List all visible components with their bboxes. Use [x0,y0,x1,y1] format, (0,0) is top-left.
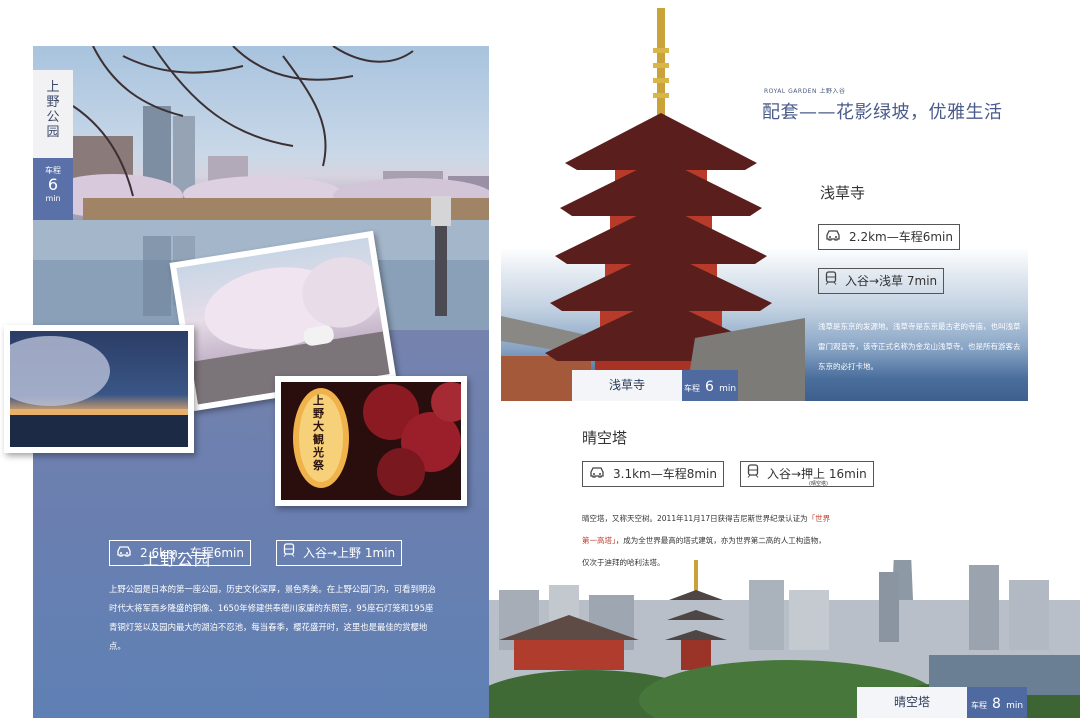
car-icon [589,463,605,487]
lantern-festival-photo: 上野大観光祭 [275,376,467,506]
car-icon [825,226,841,250]
skytree-time-unit: min [1006,701,1024,711]
skytree-title: 晴空塔 [582,429,628,447]
skytree-train-note: (晴空塔) [809,481,828,487]
skytree-train-info: 入谷→押上 16min [767,467,867,481]
ueno-description: 上野公园是日本的第一座公园，历史文化深厚，景色秀美。在上野公园门内，可看到明治时… [109,584,436,651]
ueno-car-info: 2.6km—车程6min [140,546,244,560]
skytree-time-number: 8 [992,696,1001,712]
asakusa-description: 浅草是东京的发源地。浅草寺是东京最古老的寺庙，也叫浅草雷门观音寺，该寺正式名称为… [818,322,1021,371]
asakusa-car-info: 2.2km—车程6min [849,230,953,244]
ueno-car-info-box: 2.6km—车程6min [109,540,251,566]
ueno-time-number: 6 [47,175,59,194]
asakusa-time-prefix: 车程 [683,384,700,393]
skytree-car-info-box: 3.1km—车程8min [582,461,724,487]
asakusa-train-info: 入谷→浅草 7min [845,274,938,288]
brand-tag: ROYAL GARDEN 上野入谷 [764,88,846,95]
night-blossom-photo [4,325,194,453]
ueno-train-info: 入谷→上野 1min [303,546,396,560]
ueno-tab-char: 野 [46,95,60,110]
skytree-time-tab: 车程 8 min [967,687,1027,718]
train-icon [283,542,295,566]
five-story-pagoda [545,8,805,401]
car-icon [116,542,132,566]
skytree-train-info-box: 入谷→押上 16min [740,461,874,487]
asakusa-title: 浅草寺 [820,184,866,202]
skytree-desc-before: 晴空塔，又称天空树。2011年11月17日获得吉尼斯世界纪录认证为 [582,514,808,523]
asakusa-name-tab: 浅草寺 [572,370,682,401]
train-icon [747,463,759,487]
asakusa-car-info-box: 2.2km—车程6min [818,224,960,250]
skytree-car-info: 3.1km—车程8min [613,467,717,481]
ueno-tab-char: 公 [46,110,60,125]
night-lake-scene [10,336,188,447]
asakusa-time-number: 6 [705,379,714,395]
ueno-time-tab: 车程 6 min [33,158,73,220]
skytree-time-prefix: 车程 [970,701,987,710]
tree-branches [72,46,414,197]
asakusa-train-info-box: 入谷→浅草 7min [818,268,945,294]
asakusa-time-tab: 车程 6 min [682,370,738,401]
ueno-tab-char: 上 [46,80,60,95]
section-slogan: 配套——花影绿坡，优雅生活 [762,102,1003,123]
asakusa-time-unit: min [719,384,737,394]
ueno-train-info-box: 入谷→上野 1min [276,540,403,566]
lantern-text: 上野大観光祭 [313,394,324,472]
lantern-scene [293,382,461,496]
ueno-tab-char: 园 [46,125,60,140]
ueno-time-unit: min [45,194,61,203]
skytree-name-tab: 晴空塔 [857,687,967,718]
train-icon [825,270,837,294]
